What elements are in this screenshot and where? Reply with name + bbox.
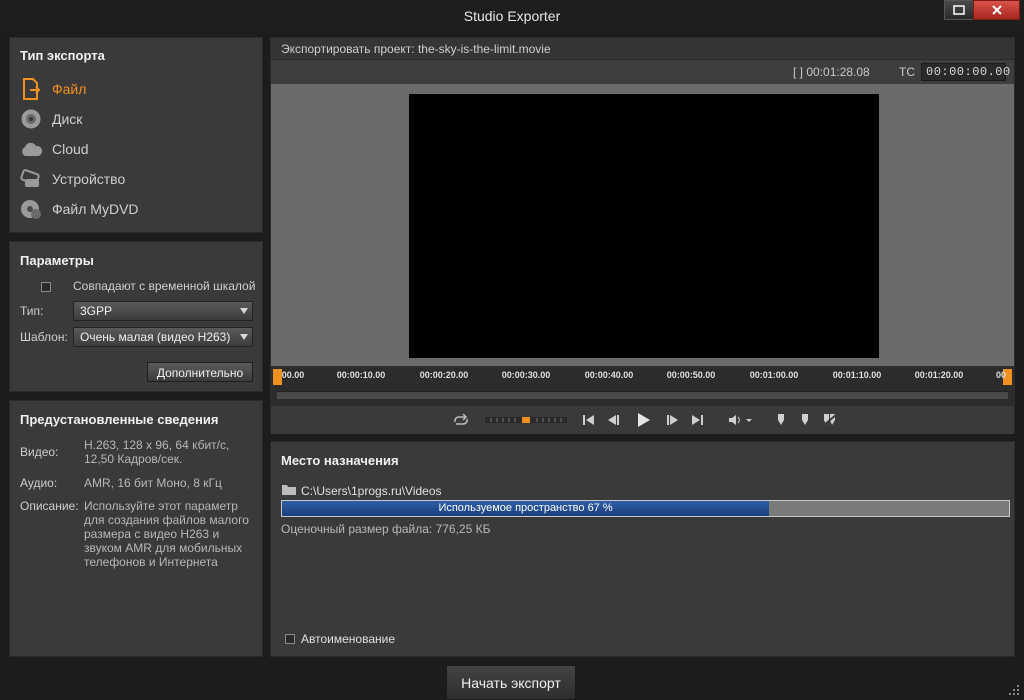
type-select[interactable]: 3GPP [73,301,253,321]
export-type-disc-label: Диск [52,111,83,127]
step-forward-icon[interactable] [665,412,681,428]
template-select[interactable]: Очень малая (видео H263) [73,327,253,347]
tick-label: 00:01:10.00 [832,370,882,380]
description-label: Описание: [20,499,79,513]
export-type-device[interactable]: Устройство [18,166,248,192]
close-icon [991,5,1002,15]
export-type-file-label: Файл [52,81,87,97]
maximize-button[interactable] [944,0,974,20]
scrub-track[interactable] [277,391,1008,399]
step-back-icon[interactable] [605,412,621,428]
video-screen[interactable] [409,94,879,358]
chevron-down-icon [240,334,248,340]
close-button[interactable] [973,0,1020,20]
template-select-value: Очень малая (видео H263) [80,330,231,344]
params-panel: Параметры Совпадают с временной шкалой Т… [9,241,263,392]
audio-value: AMR, 16 бит Моно, 8 кГц [84,476,222,490]
advanced-button[interactable]: Дополнительно [147,362,253,382]
match-timeline-label: Совпадают с временной шкалой [73,279,256,293]
destination-path[interactable]: C:\Users\1progs.ru\Videos [301,484,442,498]
resize-grip-icon[interactable] [1008,684,1020,699]
volume-icon[interactable] [727,412,755,428]
clear-marks-icon[interactable] [821,412,839,428]
cloud-icon [18,138,44,160]
file-export-icon [18,78,44,100]
export-type-file[interactable]: Файл [18,76,248,102]
tick-label: 00.00 [281,370,305,380]
play-icon[interactable] [635,412,653,428]
export-type-mydvd-label: Файл MyDVD [52,201,139,217]
auto-naming-label: Автоименование [301,632,395,646]
destination-panel: Место назначения C:\Users\1progs.ru\Vide… [270,441,1015,657]
timecode-field[interactable]: 00:00:00.00 [921,63,1010,81]
maximize-icon [953,5,965,15]
go-to-end-icon[interactable] [689,412,705,428]
export-type-title: Тип экспорта [20,48,105,63]
estimated-size: Оценочный размер файла: 776,25 КБ [281,522,491,536]
mydvd-icon [18,198,44,220]
disc-icon [18,108,44,130]
disk-space-bar: Используемое пространство 67 % [281,500,1010,517]
tick-label: 00:00:40.00 [584,370,634,380]
shuttle-slider[interactable] [485,412,567,428]
timeline-ruler[interactable]: 00.00 00:00:10.00 00:00:20.00 00:00:30.0… [271,366,1014,406]
export-type-panel: Тип экспорта Файл Диск Cloud Устройство … [9,37,263,233]
chevron-down-icon [240,308,248,314]
mark-in-icon[interactable] [775,412,787,428]
description-value: Используйте этот параметр для создания ф… [84,499,249,569]
tick-label: 00:00:20.00 [419,370,469,380]
template-label: Шаблон: [20,330,68,344]
type-label: Тип: [20,304,44,318]
window-title: Studio Exporter [463,8,561,24]
disk-space-text: Используемое пространство 67 % [438,502,613,514]
tick-label: 00:00:10.00 [336,370,386,380]
tick-label: 00:00:30.00 [501,370,551,380]
export-type-device-label: Устройство [52,171,126,187]
device-icon [18,168,44,190]
video-area [271,84,1014,366]
tick-label: 00:01:20.00 [914,370,964,380]
loop-icon[interactable] [451,412,471,428]
params-title: Параметры [20,253,94,268]
export-type-cloud[interactable]: Cloud [18,136,248,162]
export-type-cloud-label: Cloud [52,141,89,157]
go-to-start-icon[interactable] [581,412,597,428]
video-label: Видео: [20,445,59,459]
destination-title: Место назначения [281,453,399,468]
type-select-value: 3GPP [80,304,113,318]
duration-readout: [ ] 00:01:28.08 [793,65,870,79]
transport-controls [271,406,1014,434]
tc-label: TC [899,65,915,79]
mark-in-handle[interactable] [273,369,282,385]
auto-naming-checkbox[interactable] [285,634,295,644]
export-type-mydvd[interactable]: Файл MyDVD [18,196,248,222]
tick-label: 00:01:00.00 [749,370,799,380]
video-value: H.263, 128 x 96, 64 кбит/с, 12,50 Кадров… [84,438,230,466]
match-timeline-checkbox[interactable] [41,282,51,292]
preset-title: Предустановленные сведения [20,412,219,427]
start-export-button[interactable]: Начать экспорт [446,665,576,700]
mark-out-icon[interactable] [799,412,811,428]
preset-info-panel: Предустановленные сведения Видео: H.263,… [9,400,263,657]
audio-label: Аудио: [20,476,58,490]
tick-label: 00:00:50.00 [666,370,716,380]
folder-icon[interactable] [282,484,296,498]
tick-label: 00 [995,370,1007,380]
export-type-disc[interactable]: Диск [18,106,248,132]
preview-panel: Экспортировать проект: the-sky-is-the-li… [270,37,1015,434]
timecode-bar: [ ] 00:01:28.08 TC 00:00:00.00 [271,60,1014,84]
title-bar: Studio Exporter [0,0,1024,32]
project-name: Экспортировать проект: the-sky-is-the-li… [271,38,1014,60]
